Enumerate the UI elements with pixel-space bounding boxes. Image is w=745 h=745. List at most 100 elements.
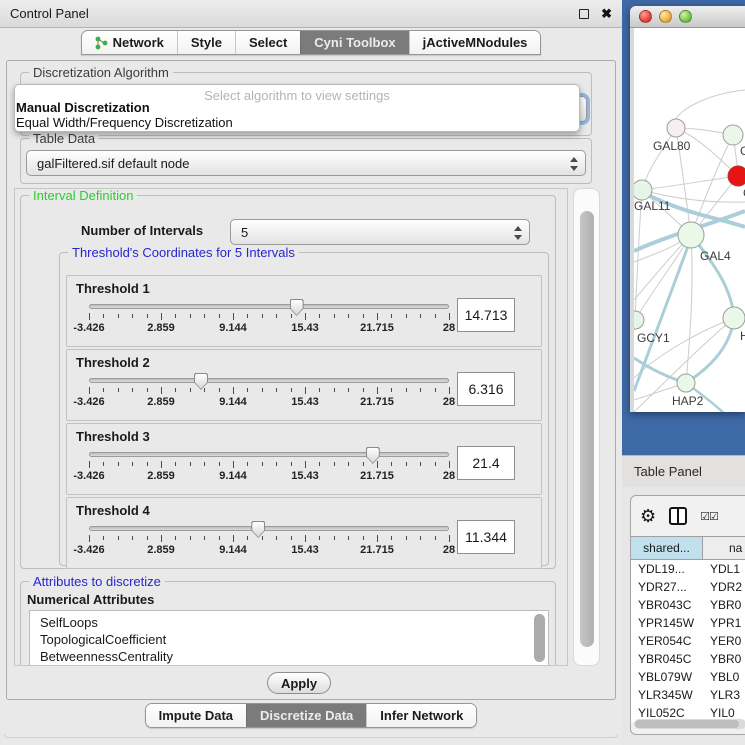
tick-mark — [132, 462, 133, 466]
network-node[interactable] — [723, 307, 745, 329]
tab-impute-data[interactable]: Impute Data — [146, 704, 246, 727]
cell-shared-name: YBR045C — [631, 650, 703, 668]
tick-mark — [363, 314, 364, 318]
network-node[interactable] — [677, 374, 695, 392]
tick-mark — [319, 462, 320, 466]
network-edge[interactable] — [642, 128, 676, 190]
tick-mark — [118, 536, 119, 540]
list-scrollbar[interactable] — [534, 614, 545, 662]
network-edge[interactable] — [642, 176, 738, 190]
network-node[interactable] — [634, 311, 644, 329]
horizontal-scrollbar[interactable] — [634, 719, 745, 729]
tick-mark — [406, 388, 407, 392]
tick-mark — [420, 388, 421, 392]
tab-jactivemnodules[interactable]: jActiveMNodules — [409, 31, 541, 54]
table-row[interactable]: YBL079WYBL0 — [631, 668, 745, 686]
network-window-titlebar[interactable] — [630, 6, 745, 28]
tab-cyni-toolbox[interactable]: Cyni Toolbox — [300, 31, 408, 54]
network-edge[interactable] — [691, 235, 734, 318]
tick-mark — [319, 536, 320, 540]
tab-select[interactable]: Select — [235, 31, 300, 54]
mac-minimize-button[interactable] — [659, 10, 672, 23]
threshold-value-input[interactable]: 11.344 — [457, 520, 515, 554]
tick-mark — [348, 314, 349, 318]
slider-track[interactable] — [89, 378, 449, 383]
column-header-name[interactable]: na — [703, 537, 745, 559]
threshold-value-input[interactable]: 6.316 — [457, 372, 515, 406]
tick-mark — [132, 536, 133, 540]
number-of-intervals-value: 5 — [241, 225, 248, 240]
table-row[interactable]: YDR27...YDR2 — [631, 578, 745, 596]
tick-label: 28 — [443, 396, 455, 408]
cyni-toolbox-panel: Discretization Algorithm Select algorith… — [6, 60, 616, 700]
tick-mark — [319, 314, 320, 318]
tab-network[interactable]: Network — [82, 31, 177, 54]
slider-track[interactable] — [89, 304, 449, 309]
slider-tick-labels: -3.4262.8599.14415.4321.71528 — [89, 322, 449, 334]
column-header-shared-name[interactable]: shared... — [631, 537, 703, 559]
tick-label: 21.715 — [360, 544, 394, 556]
numerical-attributes-list[interactable]: SelfLoopsTopologicalCoefficientBetweenne… — [29, 610, 549, 666]
select-columns-icon[interactable]: ☑☑ — [700, 510, 718, 523]
tick-mark — [348, 536, 349, 540]
screen: Control Panel ✖ NetworkStyleSelectCyni T… — [0, 0, 745, 745]
tick-mark — [175, 388, 176, 392]
tab-infer-network[interactable]: Infer Network — [366, 704, 476, 727]
threshold-slider[interactable]: -3.4262.8599.14415.4321.71528 — [89, 304, 449, 334]
split-view-icon[interactable] — [669, 507, 687, 525]
vertical-scrollbar[interactable] — [573, 188, 600, 666]
tab-discretize-data[interactable]: Discretize Data — [246, 704, 366, 727]
algorithm-option[interactable]: Equal Width/Frequency Discretization — [15, 115, 579, 130]
network-node[interactable] — [723, 125, 743, 145]
scrollbar-thumb[interactable] — [635, 720, 739, 728]
list-item[interactable]: BetweennessCentrality — [40, 648, 548, 665]
table-row[interactable]: YBR045CYBR0 — [631, 650, 745, 668]
table-row[interactable]: YER054CYER0 — [631, 632, 745, 650]
network-node[interactable] — [634, 180, 652, 200]
close-icon[interactable]: ✖ — [601, 7, 612, 20]
algorithm-dropdown-popup: Select algorithm to view settings Manual… — [14, 84, 580, 132]
table-row[interactable]: YBR043CYBR0 — [631, 596, 745, 614]
mac-zoom-button[interactable] — [679, 10, 692, 23]
tick-label: 9.144 — [219, 544, 247, 556]
slider-track[interactable] — [89, 452, 449, 457]
float-window-icon[interactable] — [579, 9, 589, 19]
list-item[interactable]: SelfLoops — [40, 614, 548, 631]
network-node[interactable] — [667, 119, 685, 137]
slider-ticks — [89, 461, 449, 469]
threshold-value-input[interactable]: 21.4 — [457, 446, 515, 480]
network-node[interactable] — [678, 222, 704, 248]
tick-mark — [276, 388, 277, 392]
table-data-combobox[interactable]: galFiltered.sif default node — [26, 150, 586, 176]
tick-mark — [377, 387, 378, 394]
cell-name: YBL0 — [703, 668, 745, 686]
scrollbar-thumb[interactable] — [580, 211, 594, 647]
thresholds-group: Threshold's Coordinates for 5 Intervals … — [59, 252, 549, 566]
algorithm-hint: Select algorithm to view settings — [15, 85, 579, 100]
threshold-slider[interactable]: -3.4262.8599.14415.4321.71528 — [89, 452, 449, 482]
tick-mark — [190, 536, 191, 540]
table-row[interactable]: YDL19...YDL1 — [631, 560, 745, 578]
apply-button[interactable]: Apply — [267, 672, 331, 694]
threshold-slider[interactable]: -3.4262.8599.14415.4321.71528 — [89, 526, 449, 556]
table-row[interactable]: YPR145WYPR1 — [631, 614, 745, 632]
slider-track[interactable] — [89, 526, 449, 531]
tick-mark — [132, 388, 133, 392]
tab-label: Infer Network — [380, 708, 463, 723]
threshold-slider[interactable]: -3.4262.8599.14415.4321.71528 — [89, 378, 449, 408]
tick-mark — [305, 535, 306, 542]
network-canvas[interactable]: GAL80GACGAL11GAL4GCY1HHAP2 — [634, 28, 745, 412]
mac-close-button[interactable] — [639, 10, 652, 23]
threshold-label: Threshold 2 — [76, 355, 150, 370]
tab-style[interactable]: Style — [177, 31, 235, 54]
list-item[interactable]: TopologicalCoefficient — [40, 631, 548, 648]
table-row[interactable]: YLR345WYLR3 — [631, 686, 745, 704]
network-edge[interactable] — [676, 90, 745, 119]
number-of-intervals-combobox[interactable]: 5 — [230, 219, 530, 245]
network-node[interactable] — [728, 166, 745, 186]
gear-icon[interactable]: ⚙ — [640, 507, 656, 525]
threshold-label: Threshold 3 — [76, 429, 150, 444]
tick-mark — [247, 536, 248, 540]
threshold-value-input[interactable]: 14.713 — [457, 298, 515, 332]
tick-label: 21.715 — [360, 470, 394, 482]
